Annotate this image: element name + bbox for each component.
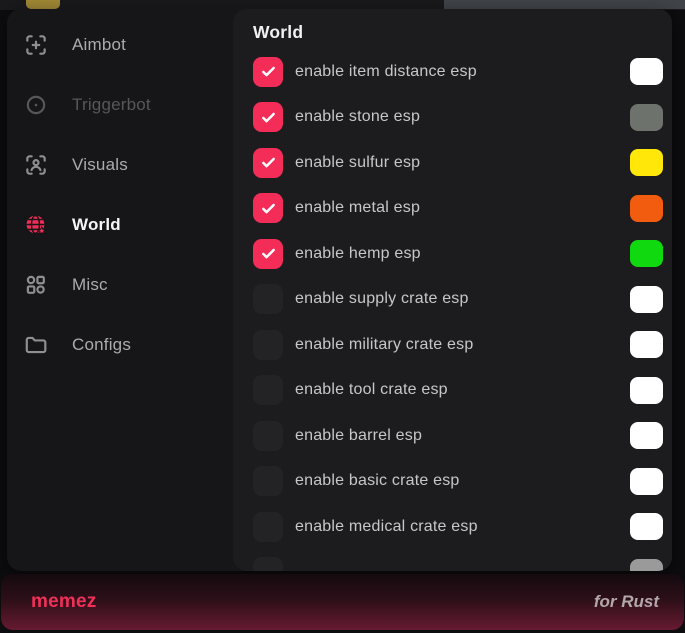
- esp-row: enable sulfur esp: [253, 140, 663, 186]
- esp-color-swatch[interactable]: [630, 195, 663, 222]
- sidebar-item-world[interactable]: World: [7, 195, 233, 255]
- esp-label: enable supply crate esp: [295, 290, 469, 308]
- sidebar-item-triggerbot[interactable]: Triggerbot: [7, 75, 233, 135]
- esp-label: enable sulfur esp: [295, 154, 420, 172]
- esp-row: enable supply crate esp: [253, 277, 663, 323]
- esp-checkbox[interactable]: [253, 557, 283, 571]
- esp-row: enable military crate esp: [253, 322, 663, 368]
- sidebar-item-label: Aimbot: [72, 35, 126, 55]
- esp-checkbox[interactable]: [253, 102, 283, 132]
- esp-color-swatch[interactable]: [630, 104, 663, 131]
- sidebar-item-label: World: [72, 215, 121, 235]
- sidebar-item-label: Misc: [72, 275, 108, 295]
- check-icon: [259, 153, 278, 172]
- sidebar: Aimbot Triggerbot Visuals World Misc Con…: [7, 9, 233, 571]
- game-background-sky: [444, 0, 685, 9]
- esp-color-swatch[interactable]: [630, 513, 663, 540]
- check-icon: [259, 108, 278, 127]
- sidebar-item-label: Visuals: [72, 155, 128, 175]
- esp-row: enable hemp esp: [253, 231, 663, 277]
- esp-color-swatch[interactable]: [630, 149, 663, 176]
- esp-color-swatch[interactable]: [630, 559, 663, 571]
- cheat-menu-window: Aimbot Triggerbot Visuals World Misc Con…: [7, 9, 672, 571]
- sidebar-item-label: Triggerbot: [72, 95, 151, 115]
- esp-checkbox[interactable]: [253, 421, 283, 451]
- esp-label: enable medical crate esp: [295, 518, 478, 536]
- esp-checkbox[interactable]: [253, 284, 283, 314]
- tagline-label: for Rust: [594, 592, 659, 612]
- esp-row: enable tool crate esp: [253, 368, 663, 414]
- esp-label: enable metal esp: [295, 199, 420, 217]
- esp-label: enable basic crate esp: [295, 472, 460, 490]
- esp-row: enable medical crate esp: [253, 504, 663, 550]
- esp-checkbox[interactable]: [253, 466, 283, 496]
- game-background-highlight: [26, 0, 60, 9]
- scan-person-icon: [23, 152, 49, 178]
- esp-color-swatch[interactable]: [630, 468, 663, 495]
- check-icon: [259, 62, 278, 81]
- sidebar-item-aimbot[interactable]: Aimbot: [7, 15, 233, 75]
- esp-row: [253, 550, 663, 572]
- esp-checkbox[interactable]: [253, 148, 283, 178]
- esp-label: enable tool crate esp: [295, 381, 448, 399]
- folder-icon: [23, 332, 49, 358]
- brand-label: memez: [31, 591, 96, 613]
- esp-color-swatch[interactable]: [630, 422, 663, 449]
- check-icon: [259, 199, 278, 218]
- esp-color-swatch[interactable]: [630, 377, 663, 404]
- target-circle-icon: [23, 92, 49, 118]
- esp-row: enable barrel esp: [253, 413, 663, 459]
- sidebar-item-label: Configs: [72, 335, 131, 355]
- esp-label: enable stone esp: [295, 108, 420, 126]
- esp-row: enable basic crate esp: [253, 459, 663, 505]
- crosshair-icon: [23, 32, 49, 58]
- sidebar-item-configs[interactable]: Configs: [7, 315, 233, 375]
- esp-label: enable barrel esp: [295, 427, 422, 445]
- esp-label: enable military crate esp: [295, 336, 473, 354]
- esp-row: enable metal esp: [253, 186, 663, 232]
- esp-checkbox[interactable]: [253, 239, 283, 269]
- panel-title: World: [253, 22, 663, 44]
- esp-checkbox[interactable]: [253, 375, 283, 405]
- esp-checkbox[interactable]: [253, 193, 283, 223]
- esp-checkbox[interactable]: [253, 330, 283, 360]
- esp-label: enable item distance esp: [295, 63, 477, 81]
- esp-row: enable stone esp: [253, 95, 663, 141]
- esp-color-swatch[interactable]: [630, 286, 663, 313]
- esp-option-list: enable item distance esp enable stone es…: [253, 49, 663, 571]
- sidebar-item-misc[interactable]: Misc: [7, 255, 233, 315]
- esp-color-swatch[interactable]: [630, 58, 663, 85]
- esp-checkbox[interactable]: [253, 57, 283, 87]
- globe-star-icon: [23, 212, 49, 238]
- esp-color-swatch[interactable]: [630, 240, 663, 267]
- shapes-grid-icon: [23, 272, 49, 298]
- esp-label: enable hemp esp: [295, 245, 421, 263]
- footer-bar: memez for Rust: [1, 574, 684, 630]
- world-panel: World enable item distance esp enable st…: [233, 9, 672, 571]
- esp-row: enable item distance esp: [253, 49, 663, 95]
- check-icon: [259, 244, 278, 263]
- esp-color-swatch[interactable]: [630, 331, 663, 358]
- esp-checkbox[interactable]: [253, 512, 283, 542]
- sidebar-item-visuals[interactable]: Visuals: [7, 135, 233, 195]
